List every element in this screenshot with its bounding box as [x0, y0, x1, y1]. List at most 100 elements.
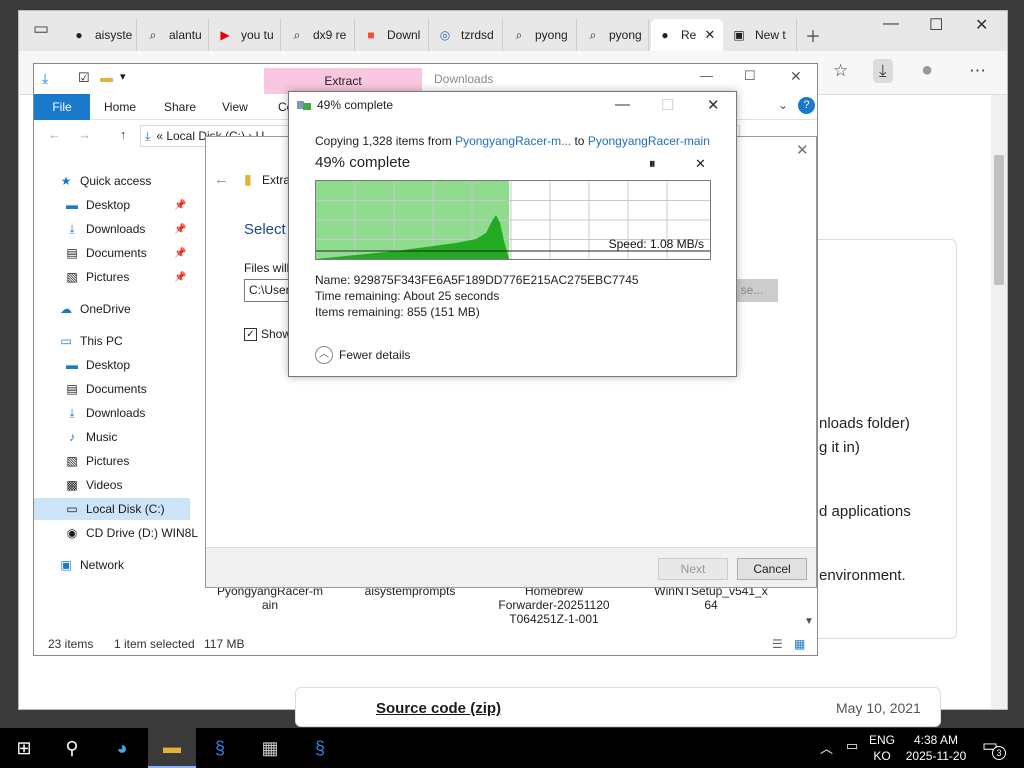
browser-tab-active[interactable]: ● Re ✕: [651, 19, 723, 51]
document-icon: ▤: [66, 382, 78, 396]
browser-tab-5[interactable]: ■ Downl: [357, 19, 429, 51]
large-icons-view-icon[interactable]: ▦: [794, 632, 805, 656]
folder-icon[interactable]: ▬: [100, 70, 113, 85]
nav-pc-music[interactable]: ♪ Music: [64, 426, 117, 448]
computer-icon: ▭: [60, 334, 72, 348]
search-icon: ⌕: [589, 28, 597, 42]
profile-icon[interactable]: ●: [921, 59, 933, 82]
back-icon[interactable]: ←: [48, 127, 61, 142]
chevron-down-icon[interactable]: ▾: [120, 70, 126, 83]
nav-qa-documents[interactable]: ▤ Documents: [64, 242, 146, 264]
file-item-homebrew[interactable]: Homebrew Forwarder-20251120 T064251Z-1-0…: [494, 584, 614, 626]
taskbar-app-3[interactable]: §: [296, 728, 344, 768]
browser-tab-7[interactable]: ⌕ pyong: [505, 19, 577, 51]
nav-pc-downloads[interactable]: ⤓ Downloads: [64, 402, 145, 424]
nav-qa-pictures[interactable]: ▧ Pictures: [64, 266, 129, 288]
wizard-back-icon[interactable]: ←: [214, 171, 229, 188]
explorer-close-icon[interactable]: ✕: [790, 68, 802, 85]
source-code-link[interactable]: Source code (zip): [376, 700, 501, 717]
taskbar-app-1[interactable]: §: [196, 728, 244, 768]
show-hidden-icons[interactable]: ︿: [820, 738, 833, 757]
browser-tab-1[interactable]: ● aisyste: [65, 19, 137, 51]
browser-tab-8[interactable]: ⌕ pyong: [579, 19, 649, 51]
quick-access-toolbar-icon[interactable]: ⤓: [42, 70, 48, 87]
maximize-icon[interactable]: ☐: [929, 15, 943, 35]
checkbox-checked-icon: ✓: [244, 327, 257, 341]
progress-minimize-icon[interactable]: —: [615, 96, 630, 113]
tab-actions-icon[interactable]: ▭: [33, 19, 49, 39]
browser-tab-4[interactable]: ⌕ dx9 re: [283, 19, 355, 51]
taskbar-search-button[interactable]: ⚲: [48, 728, 96, 768]
page-text-4: environment.: [819, 567, 906, 584]
nav-qa-desktop[interactable]: ▬ Desktop: [64, 194, 130, 216]
browser-tab-2[interactable]: ⌕ alantu: [139, 19, 209, 51]
details-view-icon[interactable]: ☰: [772, 632, 783, 656]
selection-size: 117 MB: [204, 637, 245, 651]
network-tray-icon[interactable]: ▭: [846, 738, 858, 754]
favorites-icon[interactable]: ☆: [833, 61, 848, 81]
nav-onedrive[interactable]: ☁ OneDrive: [58, 298, 131, 320]
browser-tab-10[interactable]: ▣ New t: [725, 19, 797, 51]
app-swirl-icon: §: [214, 737, 225, 758]
nav-pc-desktop[interactable]: ▬ Desktop: [64, 354, 130, 376]
ribbon-view-tab[interactable]: View: [222, 100, 248, 114]
destination-folder-link[interactable]: PyongyangRacer-main: [588, 134, 710, 148]
cancel-button[interactable]: Cancel: [737, 558, 807, 580]
browser-tab-6[interactable]: ◎ tzrdsd: [431, 19, 503, 51]
forward-icon[interactable]: →: [78, 127, 91, 142]
scroll-down-icon[interactable]: ▼: [804, 616, 814, 627]
ribbon-expand-icon[interactable]: ⌄: [778, 98, 788, 112]
browser-tab-3[interactable]: ▶ you tu: [211, 19, 281, 51]
pin-icon: 📌: [174, 200, 187, 211]
ribbon-file-tab[interactable]: File: [34, 94, 90, 120]
properties-icon[interactable]: ☑: [78, 70, 90, 86]
cd-drive-icon: ◉: [66, 526, 78, 540]
close-icon[interactable]: ✕: [975, 15, 988, 35]
nav-pc-videos[interactable]: ▩ Videos: [64, 474, 122, 496]
show-files-checkbox[interactable]: ✓ Show: [244, 327, 291, 341]
nav-cd-drive[interactable]: ◉ CD Drive (D:) WIN8L: [64, 522, 198, 544]
next-button[interactable]: Next: [658, 558, 728, 580]
taskbar-edge[interactable]: ◕: [98, 728, 146, 768]
cancel-copy-icon[interactable]: ✕: [695, 156, 706, 172]
more-options-icon[interactable]: ⋯: [969, 61, 986, 81]
explorer-minimize-icon[interactable]: —: [700, 68, 713, 83]
fewer-details-button[interactable]: ︿ Fewer details: [315, 346, 410, 364]
taskbar-file-explorer[interactable]: ▬: [148, 728, 196, 768]
explorer-maximize-icon[interactable]: ☐: [744, 68, 756, 84]
pause-icon[interactable]: ⏸: [649, 156, 656, 172]
nav-this-pc[interactable]: ▭ This PC: [58, 330, 122, 352]
ribbon-home-tab[interactable]: Home: [104, 100, 136, 114]
downloads-icon[interactable]: ⤓: [873, 59, 893, 83]
taskbar-app-2[interactable]: ▦: [246, 728, 294, 768]
wizard-heading: Select: [244, 221, 286, 238]
source-folder-link[interactable]: PyongyangRacer-m...: [455, 134, 571, 148]
nav-pc-documents[interactable]: ▤ Documents: [64, 378, 146, 400]
drive-icon: ▭: [66, 502, 78, 516]
nav-pc-pictures[interactable]: ▧ Pictures: [64, 450, 129, 472]
scrollbar-thumb[interactable]: [994, 155, 1004, 285]
transfer-details: Name: 929875F343FE6A5F189DD776E215AC275E…: [315, 272, 639, 320]
clock[interactable]: 4:38 AM 2025-11-20: [902, 732, 970, 764]
progress-close-icon[interactable]: ✕: [707, 96, 720, 114]
ribbon-share-tab[interactable]: Share: [164, 100, 196, 114]
progress-maximize-icon: ☐: [661, 97, 675, 114]
browser-scrollbar[interactable]: [991, 95, 1007, 709]
help-icon[interactable]: ?: [798, 97, 815, 114]
start-button[interactable]: ⊞: [0, 728, 48, 768]
minimize-icon[interactable]: —: [883, 15, 899, 33]
file-item-winntsetup[interactable]: WinNTSetup_v541_x 64: [646, 584, 776, 612]
edge-icon: ◕: [116, 737, 128, 758]
input-language[interactable]: ENG KO: [866, 732, 898, 764]
nav-local-disk[interactable]: ▭ Local Disk (C:): [34, 498, 190, 520]
wizard-close-icon[interactable]: ✕: [796, 141, 809, 159]
nav-quick-access[interactable]: ★ Quick access: [58, 170, 152, 192]
up-icon[interactable]: ↑: [120, 127, 127, 142]
new-tab-icon[interactable]: ＋: [805, 23, 821, 47]
pictures-icon: ▧: [66, 454, 78, 468]
nav-qa-downloads[interactable]: ⤓ Downloads: [64, 218, 145, 240]
nav-network[interactable]: ▣ Network: [58, 554, 124, 576]
speed-graph-svg: Speed: 1.08 MB/s: [316, 181, 710, 259]
file-item-pyongyangracer[interactable]: PyongyangRacer-m ain: [214, 584, 326, 612]
close-tab-icon[interactable]: ✕: [704, 27, 715, 43]
